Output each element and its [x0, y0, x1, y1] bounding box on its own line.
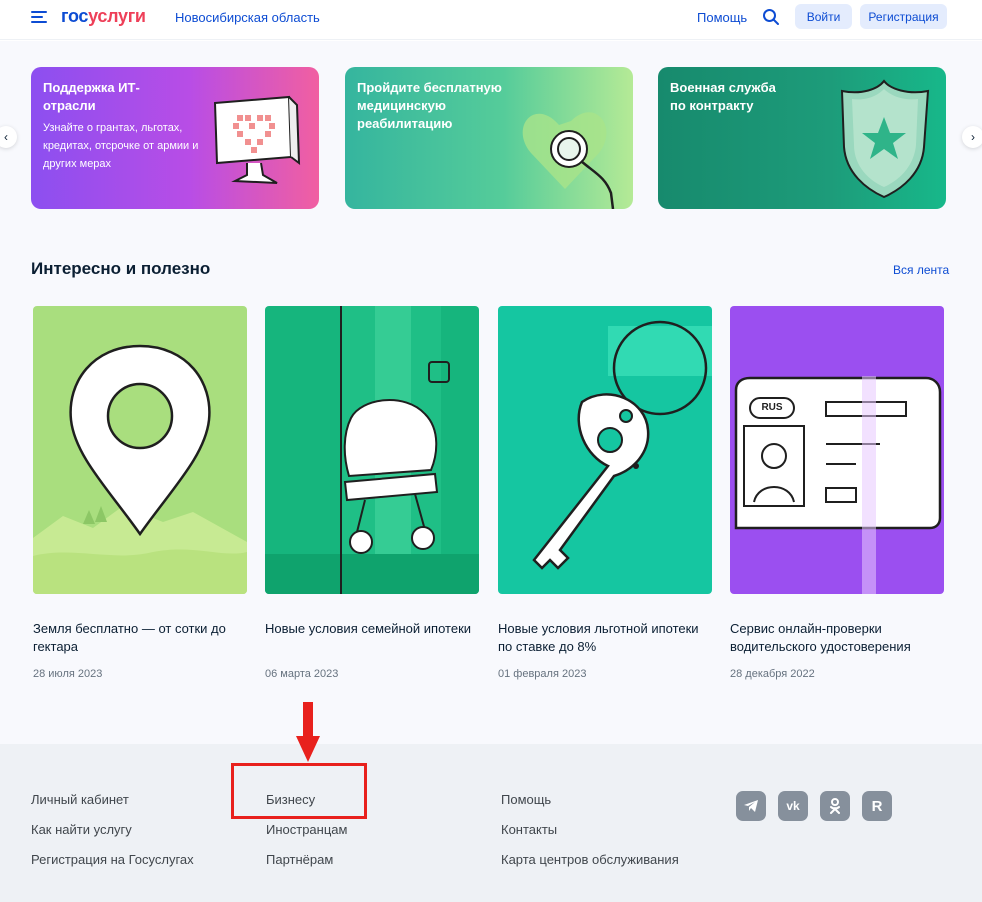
card-title: Сервис онлайн-проверки водительского удо… [730, 621, 911, 654]
card-date: 28 июля 2023 [33, 668, 103, 680]
banner-title: Военная служба по контракту [670, 80, 776, 113]
news-card-family-mortgage[interactable]: Новые условия семейной ипотеки 06 марта … [265, 306, 479, 680]
banner-military-service[interactable]: Военная служба по контракту [658, 67, 946, 209]
banner-title: Поддержка ИТ- отрасли [43, 80, 140, 113]
all-feed-link[interactable]: Вся лента [893, 263, 949, 277]
vk-icon[interactable]: vk [778, 791, 808, 821]
drivers-license-icon [734, 376, 942, 594]
ok-icon[interactable] [820, 791, 850, 821]
card-date: 06 марта 2023 [265, 668, 339, 680]
banner-rehabilitation[interactable]: Пройдите бесплатную медицинскую реабилит… [345, 67, 633, 209]
card-image [498, 306, 712, 594]
carousel-next-button[interactable]: › [962, 126, 982, 148]
shield-star-icon [840, 79, 930, 199]
card-image: RUS [730, 306, 944, 594]
footer [0, 744, 982, 902]
footer-link-partners[interactable]: Партнёрам [266, 852, 333, 867]
stroller-icon [265, 306, 479, 594]
annotation-highlight-box [231, 763, 367, 819]
map-pin-icon [33, 344, 247, 594]
footer-link-help[interactable]: Помощь [501, 792, 551, 807]
menu-icon[interactable] [31, 10, 47, 24]
card-title: Новые условия льготной ипотеки по ставке… [498, 621, 699, 654]
card-title: Земля бесплатно — от сотки до гектара [33, 621, 226, 654]
banner-it-support[interactable]: Поддержка ИТ- отрасли Узнайте о грантах,… [31, 67, 319, 209]
footer-link-contacts[interactable]: Контакты [501, 822, 557, 837]
footer-link-service-centers[interactable]: Карта центров обслуживания [501, 852, 679, 867]
news-card-land[interactable]: Земля бесплатно — от сотки до гектара 28… [33, 306, 247, 680]
monitor-heart-icon [213, 95, 301, 184]
rus-badge: RUS [761, 402, 783, 413]
key-icon [532, 320, 712, 570]
section-title: Интересно и полезно [31, 259, 211, 278]
header: госуслуги Новосибирская область Помощь В… [0, 0, 982, 40]
footer-link-foreigners[interactable]: Иностранцам [266, 822, 347, 837]
stethoscope-icon [522, 112, 615, 209]
footer-link-cabinet[interactable]: Личный кабинет [31, 792, 129, 807]
card-title: Новые условия семейной ипотеки [265, 621, 472, 636]
footer-link-registration[interactable]: Регистрация на Госуслугах [31, 852, 194, 867]
login-button[interactable]: Войти [795, 4, 852, 29]
help-link[interactable]: Помощь [697, 10, 747, 25]
search-icon[interactable] [762, 8, 780, 26]
register-button[interactable]: Регистрация [860, 4, 947, 29]
banner-title: Пройдите бесплатную медицинскую реабилит… [357, 80, 502, 131]
telegram-icon[interactable] [736, 791, 766, 821]
annotation-arrow-icon [296, 702, 320, 762]
footer-link-find-service[interactable]: Как найти услугу [31, 822, 132, 837]
region-selector[interactable]: Новосибирская область [175, 10, 320, 25]
rutube-icon[interactable]: R [862, 791, 892, 821]
card-image [33, 306, 247, 594]
banner-subtitle: Узнайте о грантах, льготах, кредитах, от… [43, 122, 199, 170]
news-card-license-check[interactable]: RUS Сервис онлайн-проверки водительского… [730, 306, 944, 680]
card-date: 01 февраля 2023 [498, 668, 587, 680]
card-date: 28 декабря 2022 [730, 668, 815, 680]
logo[interactable]: госуслуги [61, 6, 146, 27]
news-card-preferential-mortgage[interactable]: Новые условия льготной ипотеки по ставке… [498, 306, 712, 680]
card-image [265, 306, 479, 594]
